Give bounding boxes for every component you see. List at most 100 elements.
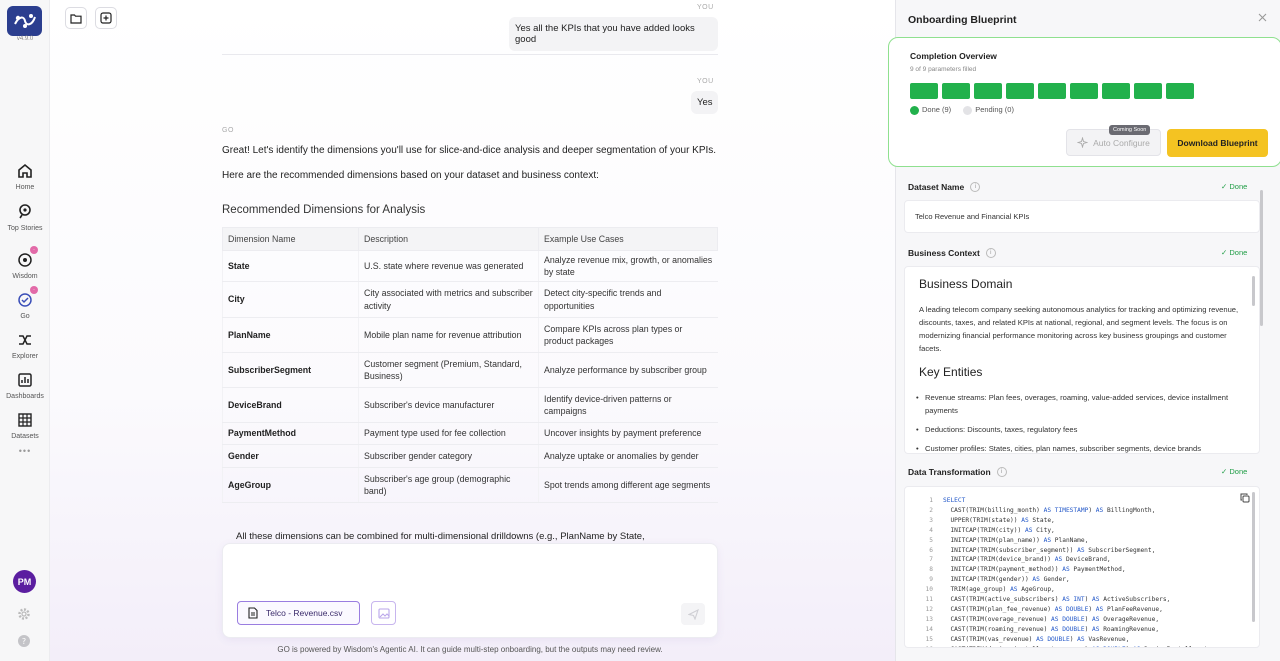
table-cell: Analyze uptake or anomalies by gender	[538, 444, 718, 468]
nav-go-label: Go	[20, 313, 30, 320]
new-chat-button[interactable]	[95, 7, 117, 29]
table-cell: State	[222, 250, 359, 282]
image-icon	[377, 607, 390, 619]
sparkle-icon	[1077, 137, 1089, 148]
auto-configure-label: Auto Configure	[1093, 137, 1150, 148]
business-context-editor[interactable]: Business Domain A leading telecom compan…	[904, 266, 1260, 454]
close-panel-button[interactable]	[1258, 11, 1267, 25]
progress-segment	[974, 83, 1002, 99]
progress-segment	[942, 83, 970, 99]
logo-icon	[13, 14, 36, 28]
nav-wisdom-label: Wisdom	[12, 273, 38, 280]
table-cell: Spot trends among different age segments	[538, 467, 718, 503]
nav-more[interactable]: •••	[0, 446, 50, 456]
user-label: YOU	[697, 78, 714, 85]
key-entities-heading: Key Entities	[919, 365, 983, 379]
avatar[interactable]: PM	[13, 570, 36, 593]
dashboards-icon	[18, 373, 32, 387]
nav-go[interactable]: · Go	[0, 285, 50, 321]
message-composer[interactable]: Telco - Revenue.csv	[222, 543, 718, 638]
nav-dashboards[interactable]: Dashboards	[0, 369, 50, 400]
nav-datasets-label: Datasets	[11, 433, 39, 440]
help-button[interactable]: ?	[17, 634, 31, 653]
attached-file-name: Telco - Revenue.csv	[266, 608, 343, 618]
nav-top-stories-label: Top Stories	[7, 225, 43, 232]
open-folder-button[interactable]	[65, 7, 87, 29]
legend-done-label: Done (9)	[922, 105, 952, 114]
context-scrollbar[interactable]	[1252, 276, 1255, 306]
go-icon	[18, 293, 32, 307]
table-row: Gender Subscriber gender category Analyz…	[222, 444, 718, 468]
code-line: 10 TRIM(age_group) AS AgeGroup,	[913, 585, 1259, 595]
assistant-paragraph: Great! Let's identify the dimensions you…	[222, 145, 717, 156]
code-line: 8 INITCAP(TRIM(payment_method)) AS Payme…	[913, 565, 1259, 575]
line-number: 15	[925, 635, 933, 643]
assistant-label: GO	[222, 127, 234, 134]
nav-home[interactable]: Home	[0, 160, 50, 191]
code-text: CAST(TRIM(overage_revenue) AS DOUBLE) AS…	[943, 615, 1160, 623]
nav-top-stories[interactable]: Top Stories	[0, 200, 50, 233]
send-icon	[687, 608, 699, 620]
list-item: Customer profiles: States, cities, plan …	[916, 442, 1245, 453]
attached-file-chip[interactable]: Telco - Revenue.csv	[237, 601, 360, 625]
nav-wisdom[interactable]: · Wisdom	[0, 246, 50, 280]
table-cell: City associated with metrics and subscri…	[358, 281, 539, 318]
download-blueprint-button[interactable]: Download Blueprint	[1167, 129, 1268, 157]
table-row: AgeGroup Subscriber's age group (demogra…	[222, 467, 718, 503]
search-stories-icon	[19, 204, 31, 219]
nav-explorer[interactable]: Explorer	[0, 329, 50, 360]
code-line: 4 INITCAP(TRIM(city)) AS City,	[913, 526, 1259, 536]
line-number: 5	[929, 536, 933, 544]
info-icon[interactable]: i	[985, 248, 996, 258]
table-cell: Subscriber gender category	[358, 444, 539, 468]
legend-pending-label: Pending (0)	[975, 105, 1014, 114]
app-logo[interactable]	[7, 6, 42, 36]
blueprint-panel: Onboarding Blueprint Completion Overview…	[888, 0, 1280, 661]
dataset-name-label: Dataset Name	[908, 182, 965, 192]
coming-soon-badge: Coming Soon	[1109, 125, 1151, 135]
code-text: CAST(TRIM(roaming_revenue) AS DOUBLE) AS…	[943, 625, 1160, 633]
business-context-status: ✓ Done	[1221, 248, 1248, 257]
status-text: Done	[1229, 182, 1248, 191]
copy-button[interactable]	[1240, 493, 1250, 507]
business-context-label: Business Context	[908, 248, 980, 258]
done-dot-icon	[910, 105, 919, 115]
nav-datasets[interactable]: Datasets	[0, 409, 50, 440]
code-text: CAST(TRIM(device_installment_revenue) AS…	[943, 646, 1207, 647]
panel-scrollbar[interactable]	[1260, 190, 1263, 326]
data-transformation-status: ✓ Done	[1221, 467, 1248, 476]
table-cell: Identify device-driven patterns or campa…	[538, 387, 718, 423]
send-button[interactable]	[681, 603, 705, 625]
legend-done: Done (9)	[910, 105, 951, 115]
settings-button[interactable]	[17, 607, 31, 626]
line-number: 14	[925, 625, 933, 633]
attach-image-button[interactable]	[371, 601, 396, 625]
code-text: INITCAP(TRIM(payment_method)) AS Payment…	[943, 566, 1126, 574]
code-line: 13 CAST(TRIM(overage_revenue) AS DOUBLE)…	[913, 615, 1259, 625]
line-number: 13	[925, 615, 933, 623]
sql-editor[interactable]: 1 SELECT 2 CAST(TRIM(billing_month) AS TIM…	[904, 486, 1260, 648]
table-row: State U.S. state where revenue was gener…	[222, 250, 718, 282]
code-line: 11 CAST(TRIM(active_subscribers) AS INT)…	[913, 595, 1259, 605]
code-scrollbar[interactable]	[1252, 492, 1255, 622]
user-message: Yes	[691, 91, 718, 114]
progress-segment	[1038, 83, 1066, 99]
info-icon[interactable]: i	[970, 182, 981, 192]
table-cell: Uncover insights by payment preference	[538, 422, 718, 445]
line-number: 2	[929, 506, 933, 514]
completion-progress	[910, 83, 1194, 99]
code-text: CAST(TRIM(active_subscribers) AS INT) AS…	[943, 596, 1171, 604]
code-line: 6 INITCAP(TRIM(subscriber_segment)) AS S…	[913, 546, 1259, 556]
code-line: 16 CAST(TRIM(device_installment_revenue)…	[913, 645, 1259, 647]
completion-overview: Completion Overview 9 of 9 parameters fi…	[888, 37, 1280, 167]
table-cell: AgeGroup	[222, 467, 359, 503]
line-number: 11	[925, 596, 933, 604]
info-icon[interactable]: i	[996, 467, 1007, 477]
line-number: 1	[929, 497, 933, 504]
left-nav: v4.9.0 Home Top Stories · Wisdom · Go Ex…	[0, 0, 50, 661]
line-number: 7	[929, 556, 933, 564]
column-header: Example Use Cases	[538, 227, 718, 251]
gear-icon	[18, 608, 30, 620]
status-text: Done	[1229, 467, 1248, 476]
dataset-name-field[interactable]: Telco Revenue and Financial KPIs	[904, 200, 1260, 233]
